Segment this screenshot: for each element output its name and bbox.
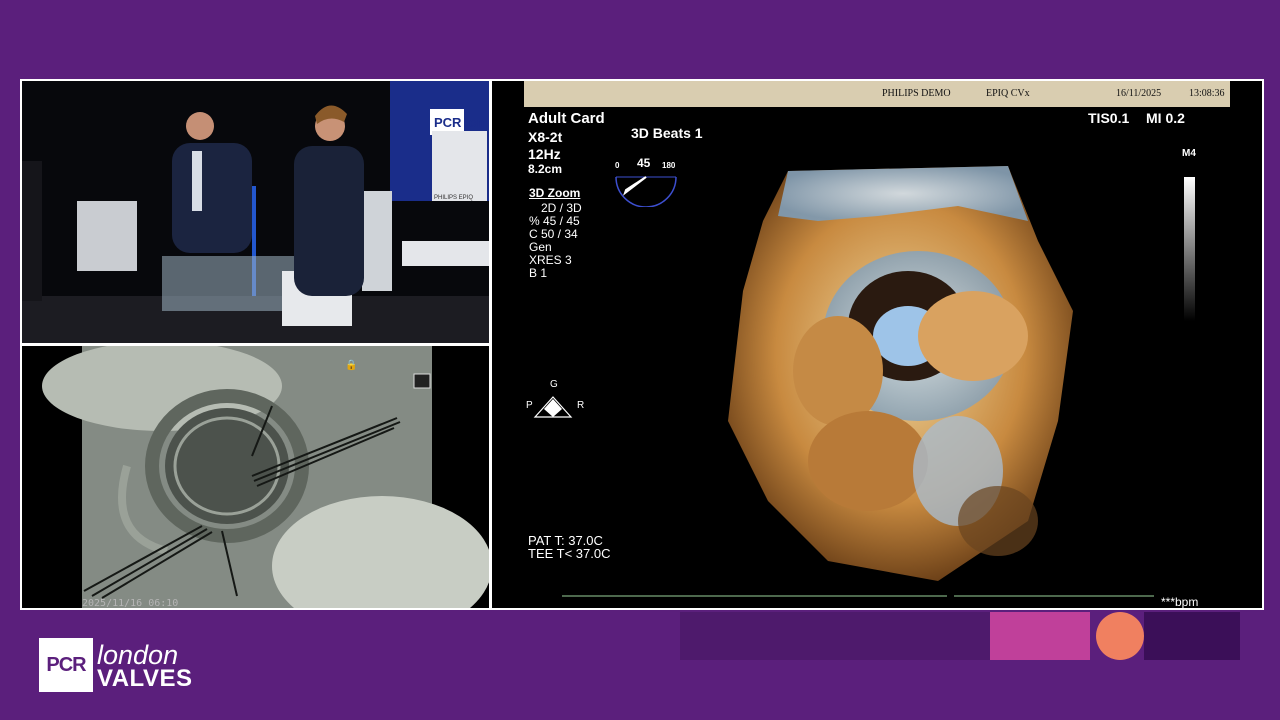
- orientation-left: P: [526, 400, 533, 411]
- frame-rate: 12Hz: [528, 146, 561, 162]
- header-date: 16/11/2025: [1116, 88, 1162, 99]
- map-label: M4: [1182, 148, 1196, 159]
- studio-scene: PCR lon PHILIPS EPIQ: [22, 81, 489, 343]
- backdrop-logo: PCR lon: [434, 115, 485, 130]
- equipment-pole: [362, 191, 392, 291]
- tis-value: TIS0.1: [1088, 110, 1130, 126]
- probe-label: X8-2t: [528, 129, 563, 145]
- presenter-left-head: [186, 112, 214, 140]
- header-site: PHILIPS DEMO: [882, 88, 951, 99]
- heart-rate: ***bpm: [1161, 595, 1199, 608]
- studio-camera-view: PCR lon PHILIPS EPIQ: [22, 81, 489, 343]
- angle-value: 45: [637, 156, 651, 170]
- endoscope-view: 🔒 2025/11/16 06:10: [22, 346, 489, 608]
- equipment-left: [77, 201, 137, 271]
- grayscale-bar: [1184, 177, 1195, 321]
- valve-3d-render: [728, 166, 1073, 581]
- mi-value: MI 0.2: [1146, 110, 1185, 126]
- setting-b: B 1: [529, 266, 548, 280]
- header-system: EPIQ CVx: [986, 88, 1030, 99]
- ultrasound-monitor: [432, 131, 487, 201]
- beats-label: 3D Beats 1: [631, 125, 703, 141]
- lock-icon: 🔒: [345, 359, 357, 371]
- probe-temp: TEE T< 37.0C: [528, 546, 611, 561]
- water-tank: [162, 256, 302, 311]
- capture-icon: [413, 373, 431, 389]
- preset-label: Adult Card: [528, 110, 605, 127]
- zoom-title: 3D Zoom: [529, 186, 581, 200]
- header-time: 13:08:36: [1189, 88, 1225, 99]
- angle-max: 180: [662, 161, 676, 170]
- endoscope-timestamp: 2025/11/16 06:10: [82, 598, 178, 608]
- angle-min: 0: [615, 161, 620, 170]
- monitor-label: PHILIPS EPIQ: [434, 195, 473, 201]
- presenter-right-suit: [294, 146, 364, 296]
- orientation-right: R: [577, 400, 585, 411]
- brand-line2: VALVES: [97, 665, 193, 692]
- decorative-pattern: [680, 612, 1240, 660]
- orientation-marker: [533, 396, 573, 418]
- presenter-left-suit: [172, 143, 252, 253]
- depth: 8.2cm: [528, 162, 563, 176]
- echo-3d-view: PHILIPS DEMO EPIQ CVx 16/11/2025 13:08:3…: [492, 81, 1262, 608]
- endoscope-scene: 🔒 2025/11/16 06:10: [22, 346, 489, 608]
- ecg-trace: [562, 595, 1154, 597]
- orientation-top: G: [550, 379, 558, 390]
- pcr-logo: PCR: [39, 638, 93, 692]
- echo-header-bar: PHILIPS DEMO EPIQ CVx 16/11/2025 13:08:3…: [524, 81, 1230, 107]
